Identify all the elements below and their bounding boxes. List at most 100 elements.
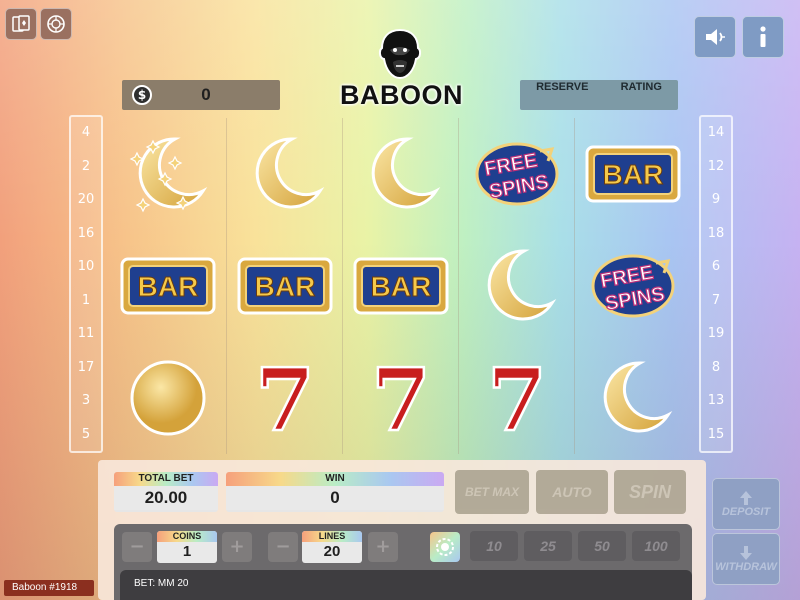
slot-reels: BAR BAR 7 BAR 7 FREE SPINS 7 BAR FREE SPINS [110, 118, 692, 454]
lines-value: 20 [323, 543, 341, 560]
bar-text: BAR [371, 271, 432, 302]
total-bet-label: TOTAL BET [114, 472, 218, 486]
game-logo: BABOON [340, 28, 463, 110]
coins-label: COINS [157, 531, 217, 542]
sound-button[interactable] [694, 16, 736, 58]
cards-icon [12, 15, 30, 32]
seven-symbol: 7 [227, 342, 343, 454]
tab-reserve[interactable]: RESERVE [536, 81, 588, 93]
coins-value: 1 [182, 543, 192, 560]
bar-text: BAR [255, 271, 316, 302]
lines-increase-button[interactable]: + [368, 532, 398, 562]
moon-symbol [227, 118, 343, 230]
payline-number[interactable]: 11 [71, 324, 101, 344]
withdraw-button[interactable]: WITHDRAW [712, 533, 780, 585]
seven-text: 7 [487, 358, 547, 438]
cards-button[interactable] [5, 8, 37, 40]
reel-4: FREE SPINS 7 [458, 118, 574, 454]
free-spins-symbol: FREE SPINS [575, 230, 691, 342]
roulette-icon [47, 15, 65, 33]
payline-numbers-left: 4 2 20 16 10 1 11 17 3 5 [69, 115, 103, 453]
reel-1: BAR [110, 118, 226, 454]
reel-3: BAR 7 [342, 118, 458, 454]
lines-decrease-button[interactable]: − [268, 532, 298, 562]
payline-number[interactable]: 13 [701, 391, 731, 411]
payline-number[interactable]: 19 [701, 324, 731, 344]
payline-number[interactable]: 7 [701, 291, 731, 311]
tab-rating[interactable]: RATING [621, 81, 662, 93]
free-spins-symbol: FREE SPINS [459, 118, 575, 230]
bar-text: BAR [603, 159, 664, 190]
total-bet-display: TOTAL BET 20.00 [114, 472, 218, 512]
arrow-down-icon [740, 546, 752, 560]
quick-bet-10[interactable]: 10 [470, 531, 518, 561]
quick-bet-100[interactable]: 100 [632, 531, 680, 561]
chip-icon [436, 538, 454, 556]
deposit-label: DEPOSIT [721, 506, 771, 518]
payline-number[interactable]: 14 [701, 123, 731, 143]
bar-symbol: BAR [110, 230, 226, 342]
payline-number[interactable]: 3 [71, 391, 101, 411]
seven-text: 7 [371, 358, 431, 438]
win-label: WIN [226, 472, 444, 486]
payline-number[interactable]: 6 [701, 257, 731, 277]
baboon-head-icon [378, 28, 422, 80]
moon-stars-symbol [110, 118, 226, 230]
info-icon [760, 26, 766, 47]
lines-stepper: LINES 20 [302, 531, 362, 563]
moon-symbol [575, 342, 691, 454]
seven-text: 7 [255, 358, 315, 438]
payline-number[interactable]: 1 [71, 291, 101, 311]
payline-number[interactable]: 10 [71, 257, 101, 277]
payline-number[interactable]: 18 [701, 224, 731, 244]
arrow-up-icon [740, 491, 752, 505]
payline-number[interactable]: 9 [701, 190, 731, 210]
auto-button[interactable]: AUTO [536, 470, 608, 514]
payline-number[interactable]: 20 [71, 190, 101, 210]
chip-selector-button[interactable] [430, 532, 460, 562]
balance-display: $ 0 [122, 80, 280, 110]
win-value: 0 [226, 486, 444, 510]
spin-button[interactable]: SPIN [614, 470, 686, 514]
lines-label: LINES [302, 531, 362, 542]
bet-info-text: BET: MM 20 [134, 578, 189, 589]
payline-number[interactable]: 15 [701, 425, 731, 445]
payline-number[interactable]: 2 [71, 157, 101, 177]
roulette-button[interactable] [40, 8, 72, 40]
bar-symbol: BAR [343, 230, 459, 342]
payline-number[interactable]: 16 [71, 224, 101, 244]
bar-symbol: BAR [227, 230, 343, 342]
payline-number[interactable]: 12 [701, 157, 731, 177]
quick-bet-25[interactable]: 25 [524, 531, 572, 561]
moon-symbol [343, 118, 459, 230]
coin-symbol [110, 342, 226, 454]
logo-text: BABOON [340, 80, 463, 110]
payline-number[interactable]: 4 [71, 123, 101, 143]
sound-icon [706, 29, 725, 45]
reel-2: BAR 7 [226, 118, 342, 454]
balance-value: 0 [201, 85, 211, 104]
withdraw-label: WITHDRAW [715, 561, 777, 573]
bet-max-button[interactable]: BET MAX [455, 470, 529, 514]
info-tabs: RESERVE RATING [520, 80, 678, 110]
seven-symbol: 7 [343, 342, 459, 454]
payline-number[interactable]: 5 [71, 425, 101, 445]
bar-symbol: BAR [575, 118, 691, 230]
payline-number[interactable]: 17 [71, 358, 101, 378]
reel-5: BAR FREE SPINS [574, 118, 690, 454]
deposit-button[interactable]: DEPOSIT [712, 478, 780, 530]
win-display: WIN 0 [226, 472, 444, 512]
dollar-coin-icon: $ [132, 85, 152, 105]
info-button[interactable] [742, 16, 784, 58]
coins-decrease-button[interactable]: − [122, 532, 152, 562]
total-bet-value: 20.00 [114, 486, 218, 510]
quick-bet-50[interactable]: 50 [578, 531, 626, 561]
coins-increase-button[interactable]: + [222, 532, 252, 562]
seven-symbol: 7 [459, 342, 575, 454]
coins-stepper: COINS 1 [157, 531, 217, 563]
moon-symbol [459, 230, 575, 342]
payline-number[interactable]: 8 [701, 358, 731, 378]
game-instance-tag: Baboon #1918 [4, 580, 94, 596]
payline-numbers-right: 14 12 9 18 6 7 19 8 13 15 [699, 115, 733, 453]
bet-info-line: BET: MM 20 [120, 570, 692, 600]
